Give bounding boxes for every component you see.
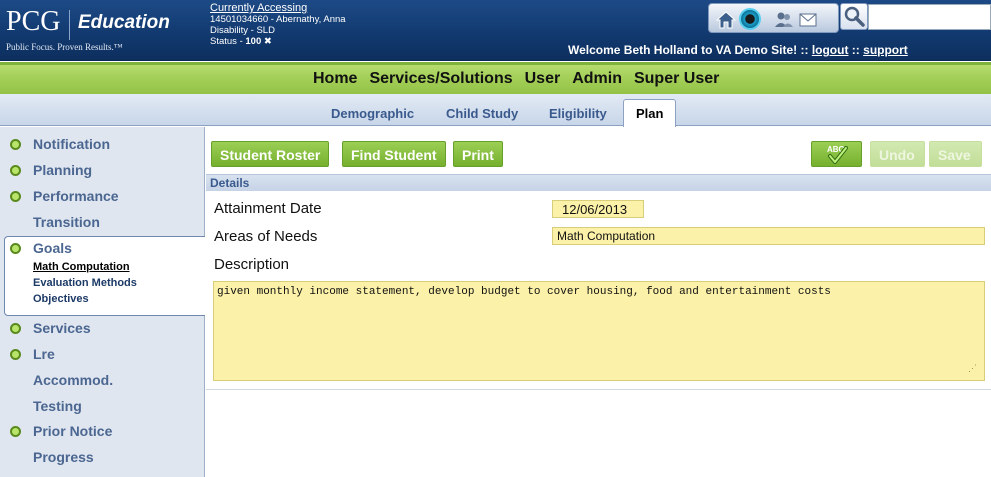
sidebar-item-label: Testing (33, 398, 82, 414)
student-roster-button[interactable]: Student Roster (211, 141, 330, 167)
status-dot-icon (10, 139, 21, 150)
areas-of-needs-field[interactable]: Math Computation (552, 227, 985, 245)
welcome-bar: Welcome Beth Holland to VA Demo Site! ::… (568, 43, 908, 57)
tab-child-study[interactable]: Child Study (446, 106, 518, 121)
welcome-text: Welcome Beth Holland to VA Demo Site! (568, 43, 798, 57)
spellcheck-button[interactable]: ABC (811, 141, 862, 167)
description-textarea[interactable]: given monthly income statement, develop … (213, 281, 985, 381)
student-status: Status - 100 ✖ (210, 36, 346, 47)
nav-admin[interactable]: Admin (572, 70, 622, 88)
status-dot-icon (10, 191, 21, 202)
sidebar-item-label: Progress (33, 449, 94, 465)
tab-demographic[interactable]: Demographic (331, 106, 414, 121)
sidebar-item-label: Services (33, 320, 91, 336)
status-dot-icon (10, 243, 21, 254)
goal-sub-math-computation[interactable]: Math Computation (33, 261, 130, 273)
welcome-separator: :: (797, 43, 812, 57)
content-divider (206, 389, 991, 390)
tab-plan[interactable]: Plan (623, 99, 676, 127)
sidebar-item-label: Lre (33, 346, 55, 362)
status-prefix: Status - (210, 36, 246, 47)
details-section-header: Details (206, 174, 991, 191)
sidebar-item-label: Transition (33, 214, 100, 230)
currently-accessing-panel: Currently Accessing 14501034660 - Aberna… (210, 3, 346, 48)
target-icon[interactable] (739, 8, 761, 30)
sidebar-item-label: Planning (33, 162, 93, 178)
nav-services-solutions[interactable]: Services/Solutions (369, 70, 512, 88)
search-icon[interactable] (840, 3, 868, 30)
save-button[interactable]: Save (929, 141, 982, 167)
goal-details-panel: Student Roster Find Student Print ABC Un… (206, 127, 991, 477)
find-student-button[interactable]: Find Student (342, 141, 446, 167)
sidebar-item-label: Prior Notice (33, 423, 113, 439)
nav-user[interactable]: User (525, 70, 561, 88)
main-nav: Home Services/Solutions User Admin Super… (0, 62, 991, 94)
attainment-date-label: Attainment Date (214, 200, 322, 217)
tab-bar: Demographic Child Study Eligibility Plan (0, 94, 991, 127)
mail-icon[interactable] (798, 10, 818, 30)
support-link[interactable]: support (863, 43, 908, 57)
status-dot-icon (10, 349, 21, 360)
logo-brand: PCG (6, 6, 61, 37)
header-icon-bar (708, 3, 839, 33)
status-dot-icon (10, 165, 21, 176)
goal-sub-evaluation-methods[interactable]: Evaluation Methods (33, 277, 137, 289)
print-button[interactable]: Print (453, 141, 503, 167)
status-dot-icon (10, 323, 21, 334)
logout-link[interactable]: logout (812, 43, 849, 57)
app-header: PCG Education Public Focus. Proven Resul… (0, 0, 991, 61)
details-section-title: Details (210, 176, 250, 190)
plan-sidebar: Notification Planning Performance Transi… (0, 127, 205, 477)
undo-button[interactable]: Undo (870, 141, 925, 167)
logo-product: Education (78, 12, 170, 33)
description-label: Description (214, 256, 290, 273)
pcg-education-logo[interactable]: PCG Education Public Focus. Proven Resul… (6, 6, 202, 56)
description-text: given monthly income statement, develop … (217, 286, 831, 298)
users-icon[interactable] (774, 10, 794, 30)
nav-super-user[interactable]: Super User (634, 70, 719, 88)
currently-accessing-link[interactable]: Currently Accessing (210, 3, 346, 14)
student-disability: Disability - SLD (210, 25, 275, 36)
status-dot-icon (10, 426, 21, 437)
search-input[interactable] (868, 4, 991, 30)
logo-divider (69, 10, 70, 40)
attainment-date-field[interactable]: 12/06/2013 (552, 200, 644, 218)
welcome-separator: :: (848, 43, 864, 57)
sidebar-item-label: Goals (33, 240, 72, 256)
sidebar-item-label: Notification (33, 136, 110, 152)
tab-eligibility[interactable]: Eligibility (549, 106, 607, 121)
nav-home[interactable]: Home (313, 70, 357, 88)
goal-sub-objectives[interactable]: Objectives (33, 293, 89, 305)
logo-tagline: Public Focus. Proven Results.™ (6, 42, 123, 52)
sidebar-item-label: Performance (33, 188, 119, 204)
resize-grip-icon[interactable]: ⋰ (968, 364, 978, 374)
sidebar-item-label: Accommod. (33, 372, 114, 388)
areas-of-needs-label: Areas of Needs (214, 228, 318, 245)
home-icon[interactable] (716, 10, 736, 30)
status-value: 100 ✖ (245, 36, 272, 47)
spellcheck-icon: ABC (827, 145, 848, 164)
student-id-name: 14501034660 - Abernathy, Anna (210, 14, 346, 25)
